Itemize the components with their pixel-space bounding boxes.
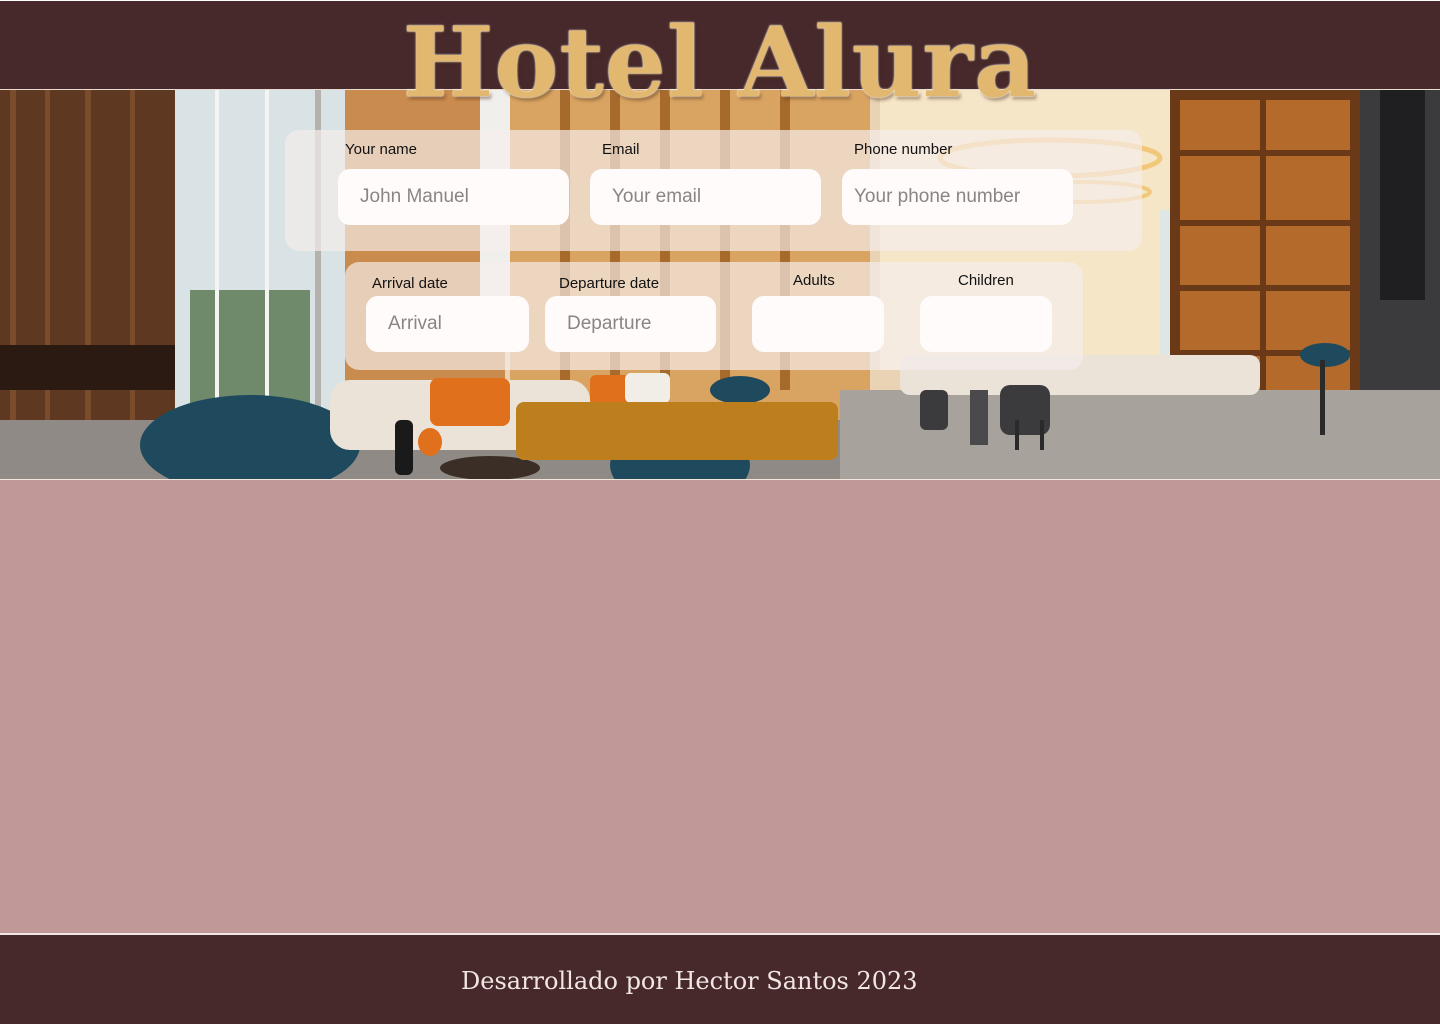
footer-bar: Desarrollado por Hector Santos 2023 xyxy=(0,933,1440,1024)
email-input[interactable] xyxy=(590,169,821,225)
phone-label: Phone number xyxy=(854,141,953,158)
departure-date-label: Departure date xyxy=(559,275,660,292)
name-input[interactable] xyxy=(338,169,569,225)
reserve-button[interactable] xyxy=(516,402,838,460)
phone-input[interactable] xyxy=(842,169,1073,225)
adults-input[interactable] xyxy=(752,296,884,352)
adults-label: Adults xyxy=(793,272,835,289)
arrival-date-label: Arrival date xyxy=(372,275,448,292)
children-label: Children xyxy=(958,272,1014,289)
arrival-date-input[interactable] xyxy=(366,296,529,352)
name-label: Your name xyxy=(345,141,417,158)
footer-credit-text: Desarrollado por Hector Santos 2023 xyxy=(461,967,918,995)
departure-date-input[interactable] xyxy=(545,296,716,352)
page-title: Hotel Alura xyxy=(402,6,1038,119)
email-label: Email xyxy=(602,141,640,158)
children-input[interactable] xyxy=(920,296,1052,352)
